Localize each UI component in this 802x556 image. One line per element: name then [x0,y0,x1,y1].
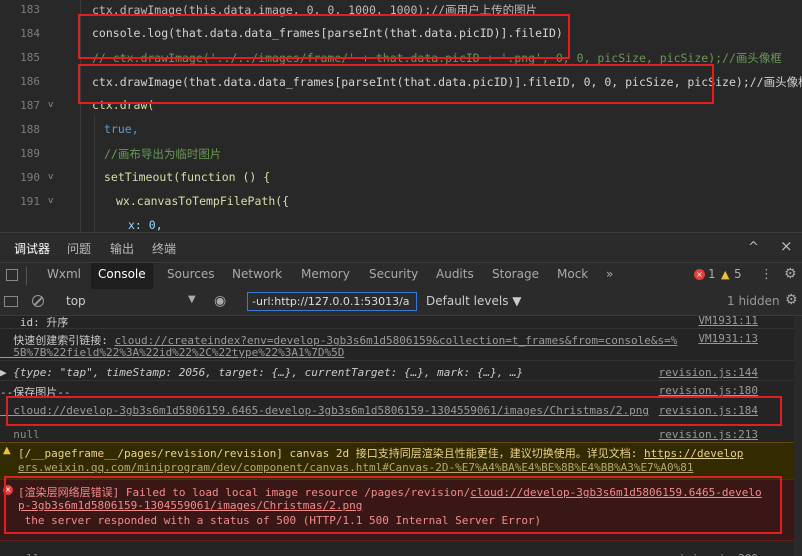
line-number: 184 [20,27,40,40]
warning-icon: ▲ [721,268,730,281]
error-icon: × [3,485,13,495]
devtools-panel-tabs: Wxml Console Sources Network Memory Secu… [0,262,802,290]
index-link-cont[interactable]: 5B%7B%22field%22%3A%22id%22%2C%22type%22… [0,346,794,359]
error-resource-link-cont[interactable]: p-3gb3s6m1d5806159-1304559061/images/Chr… [18,499,794,512]
console-settings-icon[interactable]: ⚙ [785,292,798,308]
line-number: 188 [20,123,40,136]
filter-input[interactable]: -url:http://127.0.0.1:53013/a [247,292,417,311]
code-line-189[interactable]: //画布导出为临时图片 [104,146,221,162]
tab-wxml[interactable]: Wxml [47,267,81,281]
fold-chevron-icon[interactable]: v [48,100,53,110]
tab-debugger[interactable]: 调试器 [14,240,51,264]
warning-count[interactable]: 5 [734,267,742,281]
warning-message: [/__pageframe__/pages/revision/revision]… [18,445,794,461]
error-message: [渲染层网络层错误] Failed to load local image re… [18,484,794,500]
close-icon[interactable]: × [780,237,793,255]
code-line-188[interactable]: true, [104,122,139,136]
log-source-link[interactable]: revision.js:184 [659,404,758,417]
error-entry: × [渲染层网络层错误] Failed to load local image … [0,479,794,541]
error-resource-link[interactable]: cloud://develop-3gb3s6m1d5806159.6465-de… [470,486,761,499]
line-gutter: 183 184 185 186 187 v 188 189 190 v 191 … [0,0,62,232]
tab-mock[interactable]: Mock [557,267,588,281]
divider [0,328,794,329]
more-tabs-icon[interactable]: » [606,267,613,281]
warning-entry: ▲ [/__pageframe__/pages/revision/revisio… [0,442,794,480]
console-scrollbar[interactable] [794,316,802,556]
tab-sources[interactable]: Sources [167,267,214,281]
console-log: id: 升序 VM1931:11 快速创建索引链接: cloud://creat… [0,316,794,556]
tab-output[interactable]: 输出 [110,240,134,257]
indent-guide [94,115,95,232]
chevron-down-icon[interactable]: ▼ [188,294,196,305]
context-select[interactable]: top [66,294,86,308]
log-source-link[interactable]: revision.js:144 [659,366,758,379]
inspect-element-icon[interactable] [6,269,18,281]
log-source-link[interactable]: VM1931:13 [698,332,758,345]
fold-chevron-icon[interactable]: v [48,172,53,182]
code-line-192[interactable]: x: 0, [128,218,163,232]
tab-console[interactable]: Console [91,263,153,289]
divider [0,360,794,361]
log-source-link[interactable]: revision.js:180 [659,384,758,397]
line-number: 187 [20,99,40,112]
hidden-count: 1 hidden [727,294,780,308]
tab-storage[interactable]: Storage [492,267,539,281]
code-line-183[interactable]: ctx.drawImage(this.data.image, 0, 0, 100… [92,2,537,18]
divider [0,380,794,381]
gear-icon[interactable]: ⚙ [784,266,797,282]
error-text: [渲染层网络层错误] Failed to load local image re… [18,486,471,499]
code-line-184[interactable]: console.log(that.data.data_frames[parseI… [92,26,563,40]
console-filter-bar: top ▼ ◉ -url:http://127.0.0.1:53013/a De… [0,289,802,316]
tab-issues[interactable]: 问题 [67,240,91,257]
log-source-link[interactable]: VM1931:11 [698,316,758,327]
code-line-186[interactable]: ctx.drawImage(that.data.data_frames[pars… [92,74,802,90]
code-line-190[interactable]: setTimeout(function () { [104,170,270,184]
tab-memory[interactable]: Memory [301,267,350,281]
code-line-185[interactable]: // ctx.drawImage('../../images/frame/' +… [92,50,782,66]
eye-icon[interactable]: ◉ [214,293,226,309]
divider [26,267,27,285]
error-detail: the server responded with a status of 50… [18,514,542,527]
line-number: 183 [20,3,40,16]
tab-audits[interactable]: Audits [436,267,474,281]
tab-terminal[interactable]: 终端 [152,240,176,257]
line-number: 191 [20,195,40,208]
line-number: 189 [20,147,40,160]
warning-icon: ▲ [3,445,11,456]
log-source-link[interactable]: revision.js:209 [659,552,758,556]
log-source-link[interactable]: revision.js:213 [659,428,758,441]
indent-guide [80,0,81,232]
code-line-191[interactable]: wx.canvasToTempFilePath({ [116,194,289,208]
sidebar-toggle-icon[interactable] [4,296,18,307]
devtools-panel: 调试器 问题 输出 终端 ^ × Wxml Console Sources Ne… [0,232,802,556]
fold-chevron-icon[interactable]: v [48,196,53,206]
devtools-top-tabs: 调试器 问题 输出 终端 ^ × [0,232,802,264]
tab-network[interactable]: Network [232,267,282,281]
line-number: 190 [20,171,40,184]
code-line-187[interactable]: ctx.draw( [92,98,154,112]
warning-text: [/__pageframe__/pages/revision/revision]… [18,447,644,460]
log-levels-select[interactable]: Default levels ▼ [426,294,522,308]
tab-security[interactable]: Security [369,267,418,281]
line-number: 185 [20,51,40,64]
error-count[interactable]: 1 [708,267,716,281]
docs-link-cont[interactable]: ers.weixin.qq.com/miniprogram/dev/compon… [18,461,794,474]
code-editor[interactable]: 183 184 185 186 187 v 188 189 190 v 191 … [0,0,802,232]
vertical-ellipsis-icon[interactable]: ⋮ [760,267,773,282]
error-count-icon: × [694,269,705,280]
collapse-up-icon[interactable]: ^ [748,240,759,255]
docs-link[interactable]: https://develop [644,447,743,460]
line-number: 186 [20,75,40,88]
